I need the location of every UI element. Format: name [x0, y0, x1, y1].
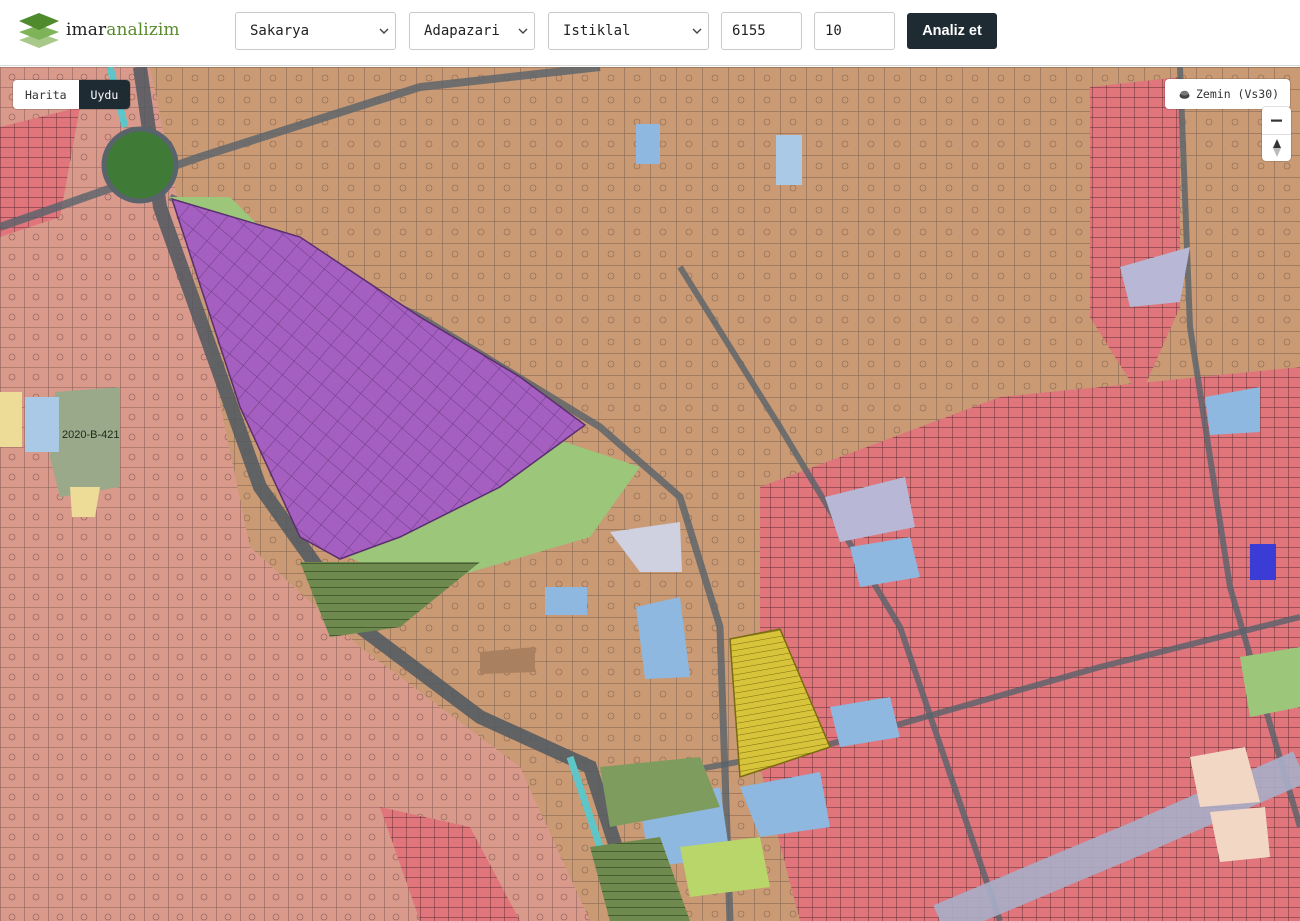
- soil-layer-button[interactable]: Zemin (Vs30): [1165, 79, 1290, 109]
- layers-logo-icon: [19, 13, 59, 48]
- compass-icon: [1272, 139, 1281, 157]
- district-value: Adapazari: [424, 23, 500, 39]
- block-input[interactable]: 6155: [721, 12, 802, 50]
- chevron-down-icon: [379, 28, 389, 34]
- parcel-input[interactable]: 10: [814, 12, 895, 50]
- chevron-down-icon: [692, 28, 702, 34]
- plan-label: 2020-B-421: [62, 429, 120, 441]
- zoning-plan-overlay: [0, 67, 1300, 921]
- top-bar: imaranalizim Sakarya Adapazari Istiklal …: [0, 0, 1300, 66]
- province-select[interactable]: Sakarya: [235, 12, 396, 50]
- map-canvas[interactable]: 2020-B-421: [0, 67, 1300, 921]
- analyze-button[interactable]: Analiz et: [907, 13, 997, 49]
- district-select[interactable]: Adapazari: [409, 12, 535, 50]
- block-value: 6155: [732, 23, 766, 39]
- layers-icon: [1179, 90, 1190, 99]
- reset-north-button[interactable]: [1262, 134, 1291, 161]
- zoom-out-button[interactable]: [1262, 107, 1291, 134]
- zoom-control: [1262, 107, 1291, 161]
- neighborhood-value: Istiklal: [563, 23, 631, 39]
- brand-logo[interactable]: imaranalizim: [18, 11, 180, 49]
- soil-layer-label: Zemin (Vs30): [1196, 87, 1280, 101]
- map-type-toggle: Harita Uydu: [13, 80, 131, 109]
- chevron-down-icon: [518, 28, 528, 34]
- satellite-view-button[interactable]: Uydu: [78, 80, 131, 109]
- minus-icon: [1271, 119, 1282, 122]
- map-view-button[interactable]: Harita: [13, 80, 79, 109]
- parcel-value: 10: [825, 23, 842, 39]
- province-value: Sakarya: [250, 23, 310, 39]
- brand-name: imaranalizim: [66, 20, 180, 40]
- neighborhood-select[interactable]: Istiklal: [548, 12, 709, 50]
